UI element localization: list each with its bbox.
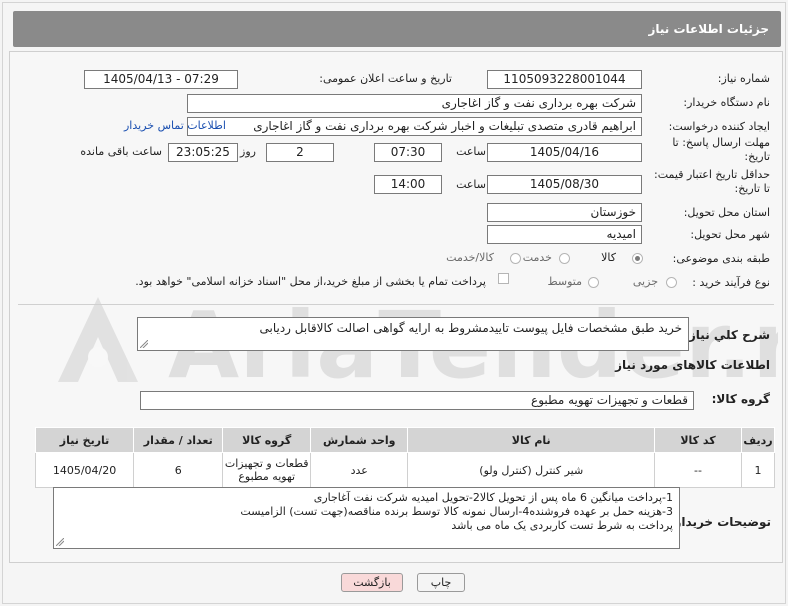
cell-name: شیر کنترل (کنترل ولو) xyxy=(407,452,656,488)
process-option-minor: جزیی xyxy=(632,275,658,288)
delivery-city-field: امیدیه xyxy=(487,225,642,244)
category-radio-goods[interactable] xyxy=(632,253,643,264)
page-title: جزئیات اطلاعات نیاز xyxy=(648,22,769,36)
goods-info-title: اطلاعات کالاهای مورد نیاز xyxy=(615,358,770,372)
reply-deadline-time-field: 07:30 xyxy=(374,143,442,162)
price-validity-label-line1: حداقل تاریخ اعتبار قیمت: xyxy=(654,168,770,181)
treasury-payment-checkbox[interactable] xyxy=(498,273,509,284)
category-option-goods: کالا xyxy=(601,251,616,264)
cell-row: 1 xyxy=(741,452,775,488)
reply-deadline-label-line1: مهلت ارسال پاسخ: تا xyxy=(672,136,770,149)
cell-date: 1405/04/20 xyxy=(34,452,135,488)
price-validity-time-field: 14:00 xyxy=(374,175,442,194)
buyer-notes-label: توضیحات خریدار: xyxy=(669,515,771,529)
cell-group-line1: قطعات و تجهیزات xyxy=(224,457,309,470)
print-button[interactable]: چاپ xyxy=(417,573,465,592)
category-radio-service[interactable] xyxy=(559,253,570,264)
col-header-qty: تعداد / مقدار xyxy=(133,427,224,453)
remaining-days-field: 2 xyxy=(266,143,334,162)
cell-group-line2: تهویه مطبوع xyxy=(238,470,296,483)
page-frame: جزئیات اطلاعات نیاز AriaTender.net شماره… xyxy=(2,2,786,604)
requester-label: ایجاد کننده درخواست: xyxy=(668,120,770,133)
cell-group: قطعات و تجهیزات تهویه مطبوع xyxy=(222,452,311,488)
general-description-label: شرح کلي نياز: xyxy=(684,328,770,342)
need-number-field: 1105093228001044 xyxy=(487,70,642,89)
requester-field: ابراهیم قادری متصدی تبلیغات و اخبار شرکت… xyxy=(187,117,642,136)
col-header-date: تاریخ نیاز xyxy=(34,427,135,453)
price-validity-time-label: ساعت xyxy=(456,178,486,191)
cell-code: -- xyxy=(654,452,743,488)
back-button[interactable]: بازگشت xyxy=(341,573,403,592)
buyer-notes-box: 1-پرداخت میانگین 6 ماه پس از تحویل کالا2… xyxy=(53,487,680,549)
buyer-org-label: نام دستگاه خریدار: xyxy=(683,96,770,109)
remaining-time-field: 23:05:25 xyxy=(168,143,238,162)
col-header-code: کد کالا xyxy=(654,427,743,453)
category-label: طبقه بندی موضوعی: xyxy=(672,252,770,265)
delivery-province-label: استان محل تحویل: xyxy=(683,206,770,219)
category-radio-goods-service[interactable] xyxy=(510,253,521,264)
table-row: 1 -- شیر کنترل (کنترل ولو) عدد قطعات و ت… xyxy=(34,452,775,488)
process-radio-minor[interactable] xyxy=(666,277,677,288)
price-validity-label-line2: تا تاریخ: xyxy=(734,182,770,195)
purchase-process-label: نوع فرآیند خرید : xyxy=(692,276,770,289)
resize-handle-icon[interactable] xyxy=(56,538,64,546)
cell-unit: عدد xyxy=(309,452,409,488)
announce-datetime-field: 1405/04/13 - 07:29 xyxy=(84,70,238,89)
items-table: ردیف کد کالا نام کالا واحد شمارش گروه کا… xyxy=(34,427,775,488)
treasury-payment-note-line1: پرداخت تمام یا بخشی از مبلغ خرید،از محل … xyxy=(135,275,486,288)
general-description-text: خرید طبق مشخصات فایل پیوست تاییدمشروط به… xyxy=(259,321,683,335)
delivery-city-label: شهر محل تحویل: xyxy=(690,228,770,241)
remaining-time-label: ساعت باقی مانده xyxy=(80,145,162,158)
table-header-row: ردیف کد کالا نام کالا واحد شمارش گروه کا… xyxy=(34,427,775,453)
price-validity-date-field: 1405/08/30 xyxy=(487,175,642,194)
col-header-unit: واحد شمارش xyxy=(309,427,409,453)
need-number-label: شماره نیاز: xyxy=(717,72,770,85)
col-header-name: نام کالا xyxy=(407,427,656,453)
process-radio-medium[interactable] xyxy=(588,277,599,288)
reply-deadline-time-label: ساعت xyxy=(456,145,486,158)
buyer-org-field: شرکت بهره برداری نفت و گاز اغاجاری xyxy=(187,94,642,113)
divider xyxy=(18,304,774,305)
cell-qty: 6 xyxy=(133,452,224,488)
col-header-group: گروه کالا xyxy=(222,427,311,453)
resize-handle-icon[interactable] xyxy=(140,340,148,348)
announce-datetime-label: تاریخ و ساعت اعلان عمومی: xyxy=(319,72,452,85)
buyer-notes-line1: 1-پرداخت میانگین 6 ماه پس از تحویل کالا2… xyxy=(313,491,673,504)
general-description-box: خرید طبق مشخصات فایل پیوست تاییدمشروط به… xyxy=(137,317,689,351)
buyer-notes-line2: 3-هزینه حمل بر عهده فروشنده4-ارسال نمونه… xyxy=(240,505,673,518)
reply-deadline-label-line2: تاریخ: xyxy=(744,150,770,163)
category-option-service: خدمت xyxy=(522,251,552,264)
delivery-province-field: خوزستان xyxy=(487,203,642,222)
buyer-notes-line3: پرداخت به شرط تست کاربردی یک ماه می باشد xyxy=(451,519,673,532)
category-option-goods-service: کالا/خدمت xyxy=(446,251,494,264)
goods-group-label: گروه کالا: xyxy=(711,392,770,406)
buyer-contact-link[interactable]: اطلاعات تماس خریدار xyxy=(124,119,226,132)
reply-deadline-date-field: 1405/04/16 xyxy=(487,143,642,162)
col-header-row: ردیف xyxy=(741,427,775,453)
page-header: جزئیات اطلاعات نیاز xyxy=(13,11,781,47)
process-option-medium: متوسط xyxy=(547,275,582,288)
requester-value: ابراهیم قادری متصدی تبلیغات و اخبار شرکت… xyxy=(253,119,636,133)
goods-group-field: قطعات و تجهیزات تهویه مطبوع xyxy=(140,391,694,410)
